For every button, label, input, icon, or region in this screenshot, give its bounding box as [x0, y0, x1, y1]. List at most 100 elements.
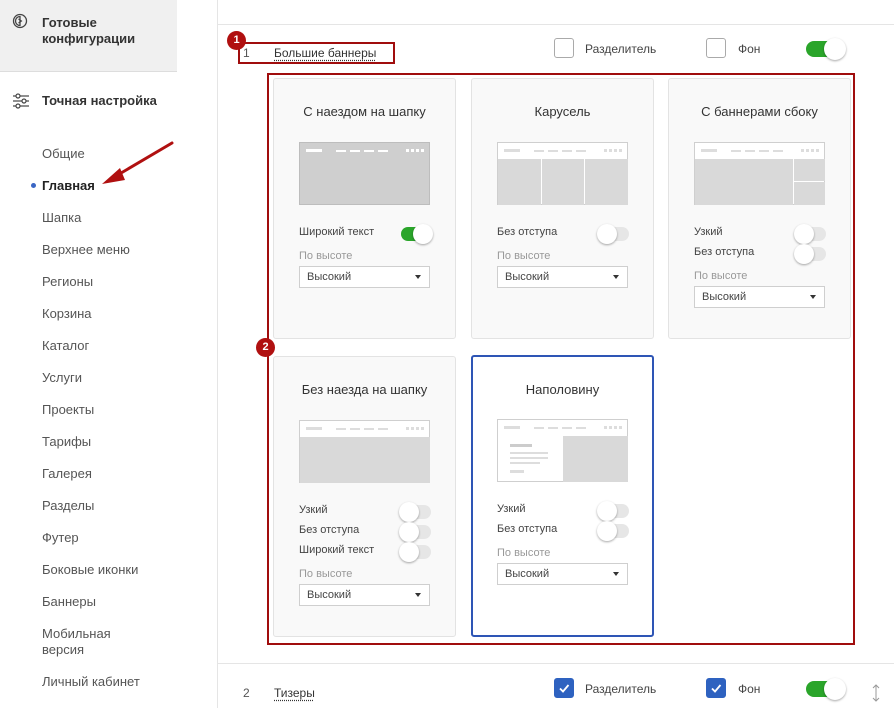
option-toggle[interactable] [597, 521, 629, 541]
card-title: Без наезда на шапку [301, 382, 428, 397]
option-toggle[interactable] [794, 244, 826, 264]
fine-tuning-title: Точная настройка [42, 93, 157, 108]
layout-card-overlap-header[interactable]: С наездом на шапку Широкий текст По высо… [273, 78, 456, 339]
drag-handle-icon[interactable] [871, 683, 881, 703]
height-select[interactable]: Высокий [299, 266, 430, 288]
annotation-arrow [102, 141, 174, 184]
layout-card-carousel[interactable]: Карусель Без отступа По высоте Высокий [471, 78, 654, 339]
option-label: Без отступа [299, 524, 360, 536]
row-number: 2 [243, 686, 250, 700]
height-label: По высоте [299, 250, 353, 262]
select-value: Высокий [307, 589, 352, 601]
active-indicator-dot [31, 183, 36, 188]
height-label: По высоте [497, 547, 551, 559]
sidebar-item-banners[interactable]: Баннеры [42, 594, 96, 610]
height-label: По высоте [497, 250, 551, 262]
option-toggle[interactable] [399, 502, 431, 522]
height-select[interactable]: Высокий [497, 266, 628, 288]
select-value: Высокий [702, 291, 747, 303]
option-toggle[interactable] [794, 224, 826, 244]
sidebar-item-regions[interactable]: Регионы [42, 274, 93, 290]
content-top-line [218, 24, 894, 25]
option-toggle[interactable] [597, 501, 629, 521]
height-select[interactable]: Высокий [299, 584, 430, 606]
layout-card-side-banners[interactable]: С баннерами сбоку Узкий Без отступа По в… [668, 78, 851, 339]
sidebar: Готовые конфигурации Точная настройка Об… [0, 0, 177, 708]
sidebar-item-top-menu[interactable]: Верхнее меню [42, 242, 130, 258]
sidebar-item-footer[interactable]: Футер [42, 530, 79, 546]
option-label: Узкий [497, 503, 526, 515]
layout-preview [694, 142, 825, 205]
card-title: С наездом на шапку [303, 104, 426, 119]
height-select[interactable]: Высокий [497, 563, 628, 585]
option-label: Широкий текст [299, 226, 375, 238]
layout-card-half[interactable]: Наполовину Узкий Без отступа По высоте В… [471, 355, 654, 637]
sidebar-item-header[interactable]: Шапка [42, 210, 81, 226]
sidebar-item-gallery[interactable]: Галерея [42, 466, 92, 482]
layout-card-no-overlap[interactable]: Без наезда на шапку Узкий Без отступа Ши… [273, 356, 456, 637]
sidebar-item-tariffs[interactable]: Тарифы [42, 434, 91, 450]
toggle-knob [399, 542, 419, 562]
sidebar-item-cart[interactable]: Корзина [42, 306, 92, 322]
check-icon [711, 684, 722, 693]
separator-checkbox[interactable] [554, 678, 574, 698]
ready-configs-title: Готовые конфигурации [42, 15, 136, 46]
select-value: Высокий [505, 568, 550, 580]
option-toggle[interactable] [401, 224, 433, 244]
option-label: Узкий [299, 504, 328, 516]
check-icon [559, 684, 570, 693]
background-label: Фон [738, 682, 761, 696]
caret-down-icon [810, 295, 816, 299]
toggle-knob [413, 224, 433, 244]
sidebar-item-services[interactable]: Услуги [42, 370, 82, 386]
layout-preview [497, 142, 628, 205]
caret-down-icon [415, 593, 421, 597]
option-label: Узкий [694, 226, 723, 238]
caret-down-icon [613, 572, 619, 576]
separator-checkbox[interactable] [554, 38, 574, 58]
background-label: Фон [738, 42, 761, 56]
sidebar-item-catalog[interactable]: Каталог [42, 338, 89, 354]
row-name-link[interactable]: Тизеры [274, 686, 315, 700]
option-toggle[interactable] [597, 224, 629, 244]
height-select[interactable]: Высокий [694, 286, 825, 308]
annotation-badge-1: 1 [227, 31, 246, 50]
sidebar-divider [217, 0, 218, 708]
card-title: Карусель [534, 104, 591, 119]
option-toggle[interactable] [399, 542, 431, 562]
layout-preview [299, 142, 430, 205]
toggle-knob [597, 521, 617, 541]
height-label: По высоте [694, 270, 748, 282]
toggle-knob [824, 678, 846, 700]
toggle-knob [794, 244, 814, 264]
toggle-knob [597, 501, 617, 521]
layout-preview [299, 420, 430, 483]
select-value: Высокий [307, 271, 352, 283]
select-value: Высокий [505, 271, 550, 283]
separator-label: Разделитель [585, 42, 657, 56]
sidebar-item-general[interactable]: Общие [42, 146, 85, 162]
card-title: С баннерами сбоку [701, 104, 818, 119]
caret-down-icon [613, 275, 619, 279]
row-enable-toggle[interactable] [806, 38, 846, 60]
layout-preview [497, 419, 628, 482]
sidebar-item-projects[interactable]: Проекты [42, 402, 94, 418]
background-checkbox[interactable] [706, 38, 726, 58]
row-enable-toggle[interactable] [806, 678, 846, 700]
row-divider [218, 663, 894, 664]
toggle-knob [597, 224, 617, 244]
sidebar-item-sections[interactable]: Разделы [42, 498, 94, 514]
card-title: Наполовину [525, 382, 600, 397]
sidebar-item-side-icons[interactable]: Боковые иконки [42, 562, 138, 578]
option-label: Без отступа [694, 246, 755, 258]
annotation-frame-1 [238, 42, 395, 64]
ready-configs-section[interactable]: Готовые конфигурации [0, 0, 177, 72]
option-toggle[interactable] [399, 522, 431, 542]
toggle-knob [824, 38, 846, 60]
option-label: Без отступа [497, 226, 558, 238]
background-checkbox[interactable] [706, 678, 726, 698]
sidebar-item-mobile[interactable]: Мобильная версия [42, 626, 152, 658]
sidebar-item-main[interactable]: Главная [42, 178, 95, 194]
sidebar-item-account[interactable]: Личный кабинет [42, 674, 140, 690]
annotation-badge-2: 2 [256, 338, 275, 357]
